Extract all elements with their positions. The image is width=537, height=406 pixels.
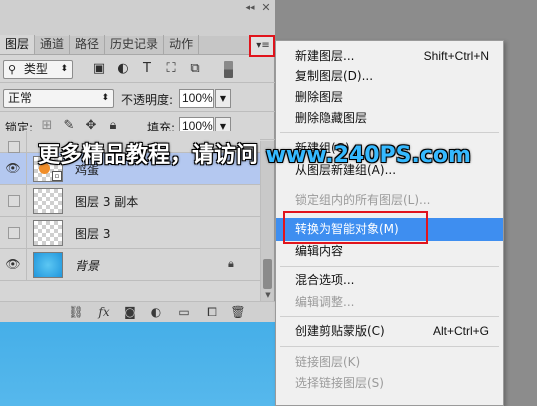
link-icon[interactable]: ⛓	[68, 305, 84, 319]
menu-item-shortcut: Shift+Ctrl+N	[423, 49, 489, 63]
menu-item-label: 复制图层(D)...	[295, 69, 374, 83]
fx-icon[interactable]: fx	[96, 305, 112, 319]
new-group-icon[interactable]: ▭	[176, 305, 192, 319]
eye-icon[interactable]: 👁︎	[0, 153, 27, 184]
menu-item-delete-layer[interactable]: 删除图层	[276, 86, 503, 108]
adjustment-filter-icon[interactable]: ◐	[116, 62, 130, 76]
close-icon[interactable]: ✕	[260, 2, 272, 14]
blend-row: 正常 ⬍ 不透明度: 100% ▼	[0, 84, 275, 112]
menu-separator	[280, 346, 499, 347]
layer-thumbnail	[33, 220, 63, 246]
menu-item-duplicate-layer[interactable]: 复制图层(D)...	[276, 65, 503, 87]
opacity-input[interactable]: 100%	[179, 89, 214, 108]
menu-item-label: 删除隐藏图层	[295, 111, 368, 125]
watermark-text: 更多精品教程，请访问	[38, 143, 266, 168]
menu-separator	[280, 266, 499, 267]
eye-icon[interactable]: 👁︎	[0, 249, 27, 280]
scroll-down-icon[interactable]: ▼	[263, 291, 273, 299]
panel-tabs: 图层 通道 路径 历史记录 动作	[0, 35, 275, 55]
filter-kind-select[interactable]: ⚲ 类型 ⬍	[3, 60, 73, 79]
tab-channels[interactable]: 通道	[35, 35, 71, 54]
menu-separator	[280, 316, 499, 317]
visibility-toggle[interactable]	[0, 217, 27, 248]
convert-smart-object-highlight-box	[283, 211, 428, 244]
chevron-down-icon: ⬍	[60, 64, 68, 74]
menu-item-label: 编辑内容	[295, 244, 344, 258]
add-mask-icon[interactable]: ◙	[122, 305, 138, 319]
tab-history[interactable]: 历史记录	[105, 35, 165, 54]
menu-item-label: 编辑调整...	[295, 295, 355, 309]
panel-menu-highlight-box	[249, 35, 275, 57]
blend-mode-value: 正常	[8, 91, 33, 105]
menu-item-label: 锁定组内的所有图层(L)...	[295, 193, 431, 207]
shape-filter-icon[interactable]: ⛶	[164, 62, 178, 76]
menu-item-delete-hidden-layers[interactable]: 删除隐藏图层	[276, 107, 503, 129]
panel-topbar	[0, 0, 275, 36]
lock-icon: 🔒︎	[228, 257, 234, 270]
watermark-url: www.240PS.com	[265, 143, 471, 168]
layer-row-background[interactable]: 👁︎ 背景 🔒︎	[0, 249, 260, 281]
menu-item-label: 新建图层...	[295, 49, 355, 63]
opacity-label: 不透明度:	[121, 93, 174, 107]
menu-item-create-clipping-mask[interactable]: 创建剪贴蒙版(C) Alt+Ctrl+G	[276, 320, 503, 342]
filter-kind-label: 类型	[23, 62, 48, 76]
layer-row-3[interactable]: 图层 3	[0, 217, 260, 249]
menu-item-label: 删除图层	[295, 90, 344, 104]
menu-item-label: 选择链接图层(S)	[295, 376, 384, 390]
chevron-down-icon: ⬍	[101, 93, 109, 103]
trash-icon[interactable]: 🗑︎	[230, 305, 246, 319]
adjustment-layer-icon[interactable]: ◐	[148, 305, 164, 319]
menu-item-label: 创建剪贴蒙版(C)	[295, 324, 385, 338]
layer-thumbnail	[33, 252, 63, 278]
opacity-dropdown-icon[interactable]: ▼	[215, 89, 231, 108]
visibility-toggle[interactable]	[0, 185, 27, 216]
type-filter-icon[interactable]: T	[140, 62, 154, 76]
scroll-thumb[interactable]	[263, 259, 272, 289]
image-filter-icon[interactable]: ▣	[92, 62, 106, 76]
collapse-icon[interactable]: ◂◂	[243, 2, 257, 14]
layer-thumbnail	[33, 188, 63, 214]
menu-item-blending-options[interactable]: 混合选项...	[276, 269, 503, 291]
menu-item-select-linked-layers[interactable]: 选择链接图层(S)	[276, 372, 503, 394]
visibility-toggle[interactable]	[0, 131, 27, 153]
menu-item-lock-all-layers-in-group[interactable]: 锁定组内的所有图层(L)...	[276, 189, 503, 211]
layer-name[interactable]: 背景	[75, 257, 99, 274]
smart-object-filter-icon[interactable]: ⧉	[188, 62, 202, 76]
menu-item-shortcut: Alt+Ctrl+G	[432, 324, 489, 338]
filter-row: ⚲ 类型 ⬍ ▣ ◐ T ⛶ ⧉	[0, 56, 275, 83]
menu-separator	[280, 132, 499, 133]
smart-object-badge-icon: ▫	[52, 171, 62, 181]
filter-toggle-switch[interactable]	[224, 61, 233, 78]
menu-item-label: 混合选项...	[295, 273, 355, 287]
menu-item-label: 链接图层(K)	[295, 355, 361, 369]
tab-layers[interactable]: 图层	[0, 35, 36, 54]
layer-name[interactable]: 图层 3	[75, 225, 110, 242]
panel-footer: ⛓ fx ◙ ◐ ▭ ⧠ 🗑︎	[0, 301, 275, 322]
tab-actions[interactable]: 动作	[164, 35, 200, 54]
watermark-banner: 更多精品教程，请访问 www.240PS.com	[38, 140, 478, 172]
menu-item-link-layers[interactable]: 链接图层(K)	[276, 351, 503, 373]
menu-item-new-layer[interactable]: 新建图层... Shift+Ctrl+N	[276, 45, 503, 67]
layer-name[interactable]: 图层 3 副本	[75, 193, 138, 210]
menu-item-edit-adjustment[interactable]: 编辑调整...	[276, 291, 503, 313]
tab-paths[interactable]: 路径	[70, 35, 106, 54]
layer-row-copy[interactable]: 图层 3 副本	[0, 185, 260, 217]
new-layer-icon[interactable]: ⧠	[204, 305, 220, 319]
search-icon: ⚲	[8, 63, 17, 76]
blend-mode-select[interactable]: 正常 ⬍	[3, 89, 114, 108]
